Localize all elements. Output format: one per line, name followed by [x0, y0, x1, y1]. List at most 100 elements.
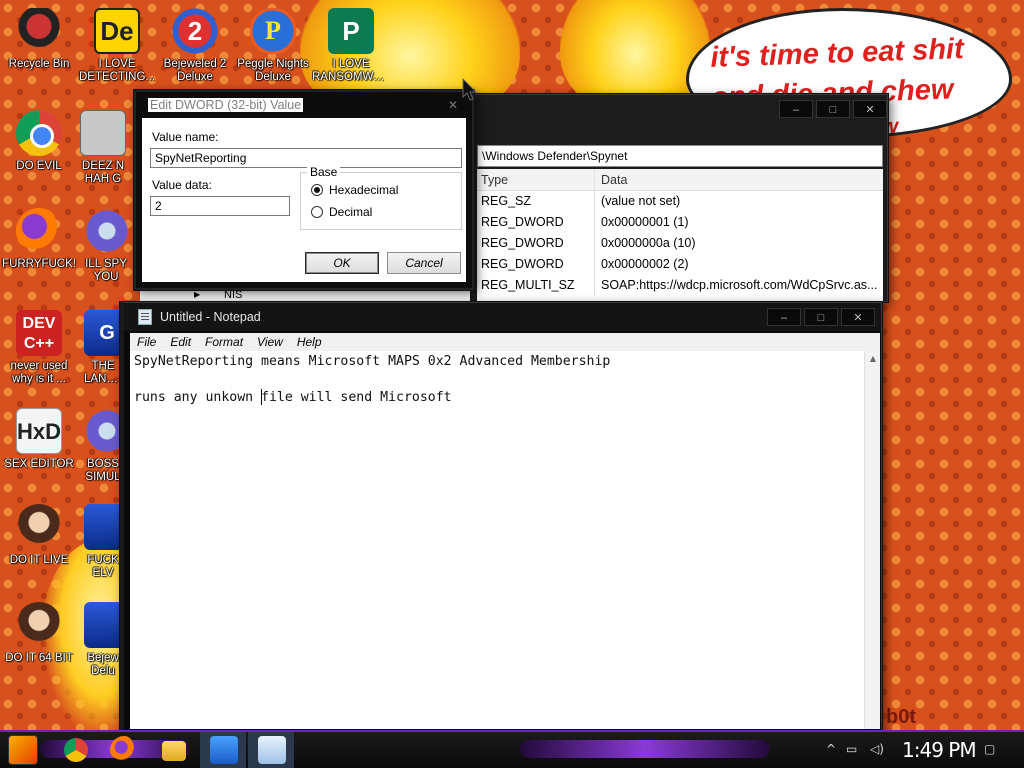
menu-view[interactable]: View — [250, 333, 290, 351]
decimal-label: Decimal — [329, 205, 373, 219]
value-data-label: Value data: — [152, 178, 212, 192]
desktop-icon-label: DO IT LIVE — [9, 554, 69, 566]
maximize-button[interactable]: □ — [804, 308, 838, 326]
start-button[interactable] — [8, 735, 38, 765]
registry-value-row[interactable]: REG_DWORD 0x0000000a (10) — [477, 233, 883, 254]
notepad-app-icon — [138, 309, 152, 325]
cancel-button[interactable]: Cancel — [387, 252, 461, 274]
notepad-titlebar[interactable]: Untitled - Notepad – □ ✕ — [124, 303, 881, 331]
taskbar-chrome-icon[interactable] — [64, 738, 88, 762]
desktop-icon-furryfuck[interactable]: FURRYFUCK! — [0, 208, 78, 271]
registry-value-data: 0x00000002 (2) — [601, 257, 689, 271]
desktop-icon-label: Peggle Nights Deluxe — [237, 58, 309, 83]
taskbar-notepad-icon[interactable] — [258, 736, 286, 764]
chevron-up-icon[interactable]: ^ — [826, 742, 836, 756]
desktop-icon-peggle-nights[interactable]: P Peggle Nights Deluxe — [234, 8, 312, 84]
registry-editor-window[interactable]: – □ ✕ \Windows Defender\Spynet Type Data… — [466, 94, 888, 302]
desktop-icon-deez[interactable]: DEEZ N HAH G — [78, 110, 128, 186]
registry-editor-titlebar[interactable]: – □ ✕ — [467, 95, 887, 123]
registry-address-bar[interactable]: \Windows Defender\Spynet — [477, 145, 883, 167]
desktop-icon-boss-simulator[interactable]: BOSS SIMUL — [84, 408, 130, 484]
taskbar-regedit-icon[interactable] — [210, 736, 238, 764]
menu-file[interactable]: File — [130, 333, 163, 351]
taskbar-firefox-icon[interactable] — [110, 736, 138, 764]
network-icon[interactable]: ▭ — [846, 742, 857, 756]
column-header-type[interactable]: Type — [477, 169, 595, 190]
desktop-icon-fuck-elv[interactable]: FUCK ELV — [84, 504, 130, 580]
registry-value-type: REG_DWORD — [477, 254, 595, 275]
dialog-body: Value name: SpyNetReporting Value data: … — [142, 118, 466, 282]
portrait-64-icon — [16, 602, 62, 648]
edit-dword-dialog[interactable]: Edit DWORD (32-bit) Value ✕ Value name: … — [134, 90, 474, 290]
notifications-icon[interactable]: ▢ — [984, 742, 995, 756]
desktop-icon-ill-spy[interactable]: ILL SPY YOU — [84, 208, 130, 284]
close-button[interactable]: ✕ — [853, 100, 887, 118]
taskbar-file-explorer-icon[interactable] — [162, 741, 186, 761]
value-name-field[interactable]: SpyNetReporting — [150, 148, 462, 168]
speech-bubble-tail-text: w — [880, 113, 899, 138]
desktop-icon-label: FURRYFUCK! — [2, 258, 76, 270]
registry-tree-partial[interactable]: ▶ NIS — [140, 288, 470, 302]
registry-value-data: SOAP:https://wdcp.microsoft.com/WdCpSrvc… — [601, 278, 878, 292]
ok-button[interactable]: OK — [305, 252, 379, 274]
desktop-icon-bejeweled-2[interactable]: 2 Bejeweled 2 Deluxe — [156, 8, 234, 84]
menu-help[interactable]: Help — [290, 333, 329, 351]
desktop-icon-do-evil[interactable]: DO EVIL — [0, 110, 78, 173]
dialog-titlebar[interactable]: Edit DWORD (32-bit) Value ✕ — [136, 92, 472, 118]
bejeweled-icon: 2 — [172, 8, 218, 54]
desktop-icon-detect-it-easy[interactable]: De I LOVE DETECTING... — [78, 8, 156, 84]
notepad-text-area[interactable]: SpyNetReporting means Microsoft MAPS 0x2… — [130, 351, 880, 729]
taskbar-glow — [520, 740, 770, 758]
devcpp-icon: DEV C++ — [16, 310, 62, 356]
recycle-bin-icon — [16, 8, 62, 54]
desktop-icon-sex-editor[interactable]: HxD SEX EDITOR — [0, 408, 78, 471]
maximize-button[interactable]: □ — [816, 100, 850, 118]
gear-icon — [84, 208, 130, 254]
menu-edit[interactable]: Edit — [163, 333, 198, 351]
notepad-text[interactable]: SpyNetReporting means Microsoft MAPS 0x2… — [134, 353, 610, 407]
taskbar-clock[interactable]: 1:49 PM — [902, 738, 977, 762]
hexadecimal-radio[interactable]: Hexadecimal — [311, 183, 398, 197]
column-header-data[interactable]: Data — [595, 169, 883, 190]
portrait-icon — [16, 504, 62, 550]
vertical-scrollbar[interactable]: ▲ — [864, 351, 880, 729]
base-groupbox: Base Hexadecimal Decimal — [300, 165, 462, 230]
registry-value-row[interactable]: REG_DWORD 0x00000002 (2) — [477, 254, 883, 275]
desktop-icon-devcpp[interactable]: DEV C++ never used why is it ... — [0, 310, 78, 386]
registry-value-row[interactable]: REG_SZ (value not set) — [477, 191, 883, 212]
registry-values-list[interactable]: Type Data REG_SZ (value not set) REG_DWO… — [477, 169, 883, 301]
registry-value-type: REG_DWORD — [477, 212, 595, 233]
desktop-icon-the-language[interactable]: G THE LANGUA — [84, 310, 130, 386]
decimal-radio[interactable]: Decimal — [311, 205, 372, 219]
desktop-icon-do-it-64-bit[interactable]: DO IT 64 BIT — [0, 602, 78, 665]
desktop-icon-label: DO IT 64 BIT — [5, 652, 73, 664]
registry-value-type: REG_MULTI_SZ — [477, 275, 595, 296]
value-data-field[interactable]: 2 — [150, 196, 290, 216]
notepad-window[interactable]: Untitled - Notepad – □ ✕ File Edit Forma… — [120, 302, 882, 734]
menu-format[interactable]: Format — [198, 333, 250, 351]
radio-unselected-icon — [311, 206, 323, 218]
dialog-title: Edit DWORD (32-bit) Value — [148, 98, 304, 112]
volume-icon[interactable]: ◁) — [870, 742, 884, 756]
scroll-up-icon[interactable]: ▲ — [865, 351, 881, 367]
desktop-icon-label: I LOVE DETECTING... — [78, 58, 156, 83]
registry-value-type: REG_DWORD — [477, 233, 595, 254]
desktop-icon-do-it-live[interactable]: DO IT LIVE — [0, 504, 78, 567]
desktop-icon-label: DO EVIL — [16, 160, 62, 172]
desktop-icon-label: FUCK ELV — [87, 554, 119, 579]
desktop-icon-bejeweled-deluxe[interactable]: Bejew Delu — [84, 602, 130, 678]
desktop-icon-ransomware[interactable]: P I LOVE RANSOMWARE — [312, 8, 390, 84]
desktop-icon-label: THE LANGUA — [84, 360, 122, 385]
desktop-icon-recycle-bin[interactable]: Recycle Bin — [0, 8, 78, 71]
desktop-icon-label: Recycle Bin — [8, 58, 70, 70]
desktop-icon-label: DEEZ N HAH G — [81, 160, 125, 185]
registry-value-row[interactable]: REG_MULTI_SZ SOAP:https://wdcp.microsoft… — [477, 275, 883, 296]
registry-value-row[interactable]: REG_DWORD 0x00000001 (1) — [477, 212, 883, 233]
publisher-icon: P — [328, 8, 374, 54]
close-button[interactable]: ✕ — [841, 308, 875, 326]
minimize-button[interactable]: – — [779, 100, 813, 118]
chevron-right-icon[interactable]: ▶ — [194, 288, 200, 302]
firefox-icon — [16, 208, 62, 254]
minimize-button[interactable]: – — [767, 308, 801, 326]
registry-value-data: (value not set) — [601, 194, 681, 208]
